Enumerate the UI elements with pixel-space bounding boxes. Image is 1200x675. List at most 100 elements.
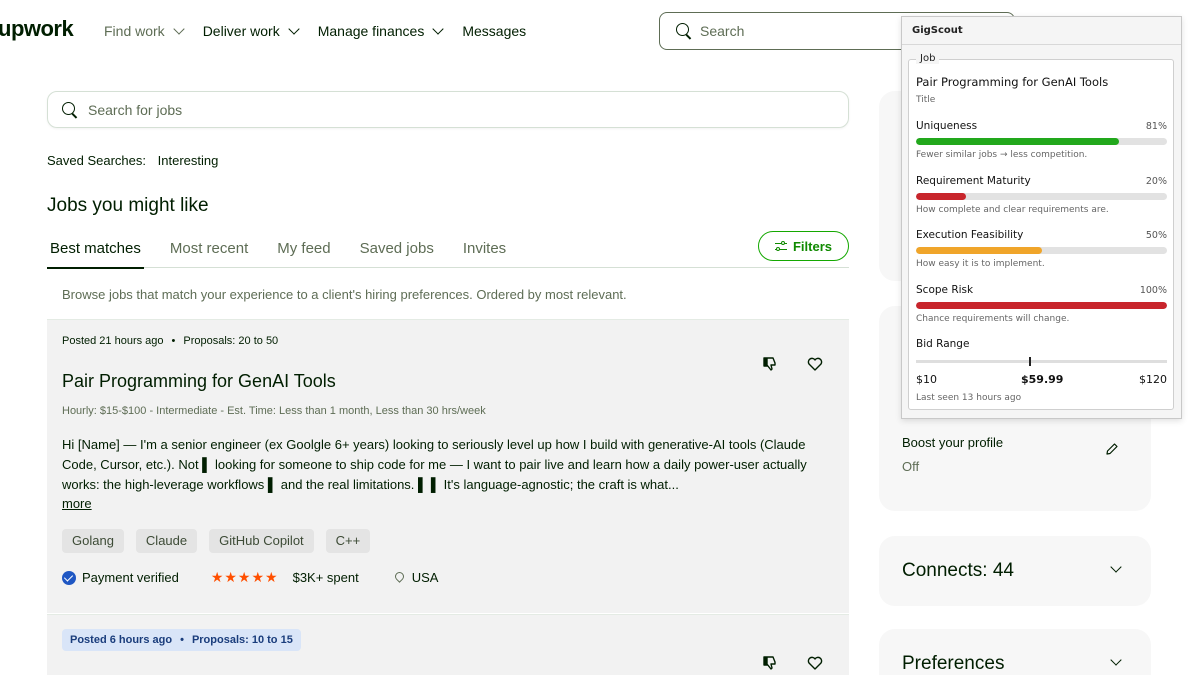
gigscout-job-title: Pair Programming for GenAI Tools — [916, 75, 1109, 89]
skill-tag[interactable]: GitHub Copilot — [209, 529, 314, 553]
job-posted-time: Posted 6 hours ago — [70, 634, 173, 646]
gigscout-title: GigScout — [912, 25, 963, 36]
metric-caption: Chance requirements will change. — [916, 314, 1070, 324]
heart-icon[interactable] — [807, 356, 823, 372]
metric-caption: How easy it is to implement. — [916, 259, 1045, 269]
chevron-down-icon — [288, 23, 300, 35]
metric-bar-fill — [916, 193, 967, 200]
metric-bar-fill — [916, 247, 1042, 254]
bid-range-max: $120 — [1139, 373, 1167, 386]
nav-manage-finances[interactable]: Manage finances — [317, 22, 445, 40]
metric-caption: How complete and clear requirements are. — [916, 205, 1109, 215]
gigscout-legend: Job — [916, 53, 940, 64]
bid-range-track — [916, 360, 1167, 363]
pencil-icon[interactable] — [1105, 442, 1119, 456]
filters-label: Filters — [792, 238, 832, 254]
rating-stars: ★★★★★ — [210, 569, 279, 585]
metric-bar — [916, 302, 1167, 309]
tab-invites[interactable]: Invites — [460, 240, 509, 268]
separator-dot: • — [171, 335, 176, 347]
bid-range-marker — [1029, 357, 1032, 366]
metric-label: Uniqueness — [916, 120, 978, 132]
metric-label: Scope Risk — [916, 284, 974, 296]
job-title[interactable]: Pair Programming for GenAI Tools — [62, 371, 336, 392]
top-nav: Find work Deliver work Manage finances M… — [104, 22, 546, 40]
metric-label: Requirement Maturity — [916, 175, 1031, 187]
job-proposals: Proposals: 20 to 50 — [183, 335, 279, 347]
thumbs-down-icon[interactable] — [762, 655, 778, 671]
metric-percent: 50% — [1145, 230, 1167, 241]
nav-messages[interactable]: Messages — [462, 22, 526, 40]
metric-percent: 20% — [1145, 176, 1167, 187]
client-info: Payment verified ★★★★★ $3K+ spent USA — [62, 569, 438, 586]
skill-tag[interactable]: Golang — [62, 529, 124, 553]
job-rate: Hourly: $15-$100 — [62, 405, 147, 417]
job-search-placeholder: Search for jobs — [88, 101, 183, 118]
client-location: USA — [411, 570, 439, 585]
bid-range-min: $10 — [916, 373, 937, 386]
sliders-icon — [774, 240, 787, 252]
bid-range-mid: $59.99 — [1021, 373, 1064, 386]
metric-bar — [916, 247, 1167, 254]
separator-dot: • — [180, 634, 184, 646]
verified-check-icon — [62, 570, 76, 585]
skill-tag[interactable]: Claude — [135, 529, 198, 553]
more-link[interactable]: more — [62, 496, 92, 511]
tab-my-feed[interactable]: My feed — [274, 240, 333, 268]
chevron-down-icon — [173, 23, 185, 35]
divider — [902, 44, 1181, 45]
preferences-label: Preferences — [902, 653, 1005, 674]
preferences-card[interactable]: Preferences — [879, 629, 1151, 675]
metric-percent: 81% — [1145, 121, 1167, 132]
job-posted-info: Posted 21 hours ago • Proposals: 20 to 50 — [62, 335, 278, 347]
nav-messages-label: Messages — [462, 23, 527, 39]
tab-most-recent[interactable]: Most recent — [167, 240, 251, 268]
nav-deliver-work[interactable]: Deliver work — [202, 22, 300, 40]
job-meta-details: - Intermediate - Est. Time: Less than 1 … — [146, 405, 486, 417]
browse-description: Browse jobs that match your experience t… — [62, 287, 627, 302]
tab-best-matches[interactable]: Best matches — [47, 240, 144, 269]
metric-caption: Fewer similar jobs → less competition. — [916, 150, 1088, 160]
nav-deliver-work-label: Deliver work — [202, 23, 280, 39]
job-card[interactable]: Posted 21 hours ago • Proposals: 20 to 50 … — [47, 319, 849, 613]
saved-searches-label: Saved Searches: — [47, 153, 147, 168]
skill-tags: Golang Claude GitHub Copilot C++ — [62, 529, 371, 553]
metric-bar-fill — [916, 302, 1167, 309]
global-search-placeholder: Search — [700, 23, 745, 39]
job-search-input[interactable]: Search for jobs — [47, 91, 849, 128]
metric-bar — [916, 138, 1167, 145]
metric-bar-fill — [916, 138, 1120, 145]
chevron-down-icon — [1110, 654, 1122, 666]
saved-searches: Saved Searches: Interesting — [47, 153, 218, 168]
filters-button[interactable]: Filters — [758, 231, 849, 261]
saved-search-link[interactable]: Interesting — [158, 153, 219, 168]
chevron-down-icon — [432, 23, 445, 35]
thumbs-down-icon[interactable] — [762, 356, 778, 372]
job-meta: Hourly: $15-$100 - Intermediate - Est. T… — [62, 405, 486, 417]
metric-label: Execution Feasibility — [916, 229, 1024, 241]
upwork-logo[interactable]: upwork — [0, 16, 74, 42]
payment-verified: Payment verified — [82, 570, 179, 585]
job-proposals: Proposals: 10 to 15 — [191, 634, 293, 646]
job-description: Hi [Name] — I'm a senior engineer (ex Go… — [62, 437, 807, 492]
metric-percent: 100% — [1139, 285, 1167, 296]
connects-card[interactable]: Connects: 44 — [879, 536, 1151, 606]
search-icon — [676, 23, 692, 39]
section-title: Jobs you might like — [47, 195, 209, 216]
nav-manage-finances-label: Manage finances — [317, 23, 425, 39]
boost-profile-value: Off — [902, 459, 920, 474]
skill-tag[interactable]: C++ — [325, 529, 371, 553]
location-pin-icon — [395, 572, 404, 584]
gigscout-last-seen: Last seen 13 hours ago — [916, 393, 1022, 403]
connects-label: Connects: 44 — [902, 560, 1014, 581]
boost-profile-label: Boost your profile — [902, 435, 1004, 450]
nav-find-work[interactable]: Find work — [104, 22, 185, 40]
nav-find-work-label: Find work — [104, 23, 165, 39]
job-posted-time: Posted 21 hours ago — [62, 335, 164, 347]
chevron-down-icon — [1110, 561, 1122, 573]
job-card[interactable]: Posted 6 hours ago • Proposals: 10 to 15 — [47, 614, 849, 675]
gigscout-panel: GigScout Job Pair Programming for GenAI … — [901, 16, 1182, 419]
heart-icon[interactable] — [807, 655, 823, 671]
tab-saved-jobs[interactable]: Saved jobs — [357, 240, 437, 268]
bid-range-label: Bid Range — [916, 338, 970, 350]
